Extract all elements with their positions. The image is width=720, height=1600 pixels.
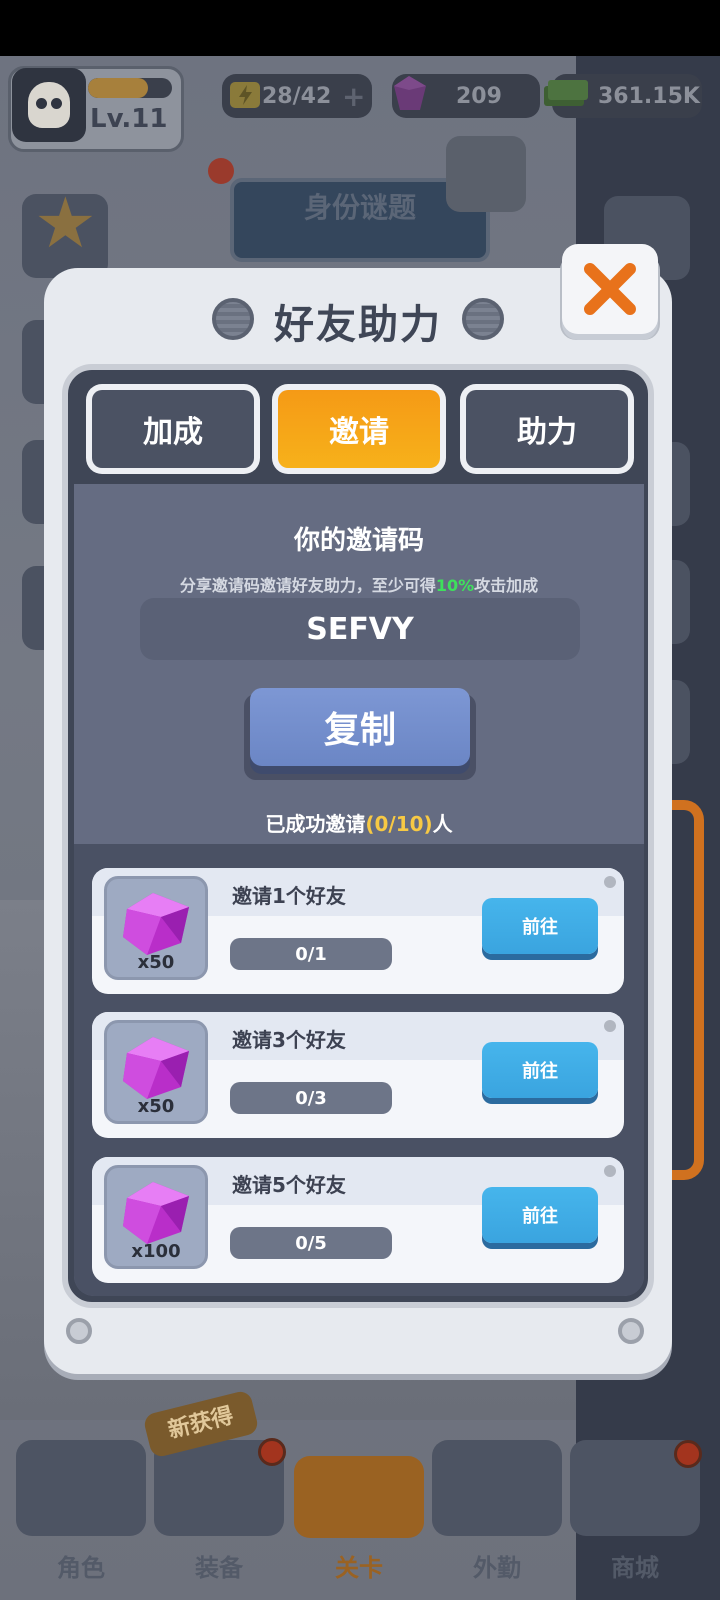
system-status-bar bbox=[0, 0, 720, 56]
stage-marker bbox=[208, 158, 234, 184]
invite-task-card: x50 邀请1个好友 0/1 前往 bbox=[92, 868, 624, 994]
nav-role-label: 角色 bbox=[57, 1554, 105, 1582]
tab-help-label: 助力 bbox=[466, 390, 628, 468]
task-progress-text: 0/3 bbox=[295, 1087, 327, 1109]
tab-invite[interactable]: 邀请 bbox=[272, 384, 446, 474]
go-button[interactable]: 前往 bbox=[482, 1042, 598, 1098]
nav-role-button[interactable] bbox=[16, 1440, 146, 1536]
invite-code-description: 分享邀请码邀请好友助力，至少可得10%攻击加成 bbox=[74, 572, 644, 596]
go-button[interactable]: 前往 bbox=[482, 1187, 598, 1243]
task-name: 邀请1个好友 bbox=[232, 884, 346, 908]
nav-level-button[interactable] bbox=[294, 1456, 424, 1538]
avatar[interactable] bbox=[12, 68, 86, 142]
cash-value: 361.15K bbox=[598, 84, 700, 109]
invited-count-text: 已成功邀请(0/10)人 bbox=[74, 808, 644, 837]
nav-level-label: 关卡 bbox=[335, 1554, 383, 1582]
bolt-icon bbox=[66, 1318, 92, 1344]
invited-count: (0/10) bbox=[365, 812, 433, 836]
bonus-percent: 10% bbox=[435, 576, 475, 595]
copy-button[interactable]: 复制 bbox=[250, 688, 470, 766]
task-progress-text: 0/1 bbox=[295, 943, 327, 965]
reward-quantity: x100 bbox=[131, 1241, 181, 1262]
xp-progress-fill bbox=[88, 78, 149, 98]
invite-code-value: SEFVY bbox=[140, 598, 580, 660]
gem-icon bbox=[123, 1182, 189, 1244]
energy-value: 28/42 bbox=[262, 84, 332, 109]
reward-icon-box: x100 bbox=[104, 1165, 208, 1269]
xp-progress-bar bbox=[88, 78, 172, 98]
stage-help-button[interactable] bbox=[446, 136, 526, 212]
tab-invite-label: 邀请 bbox=[278, 390, 440, 468]
player-level: Lv.11 bbox=[90, 104, 168, 134]
gem-icon bbox=[394, 76, 426, 110]
nav-equip-label: 装备 bbox=[195, 1554, 243, 1582]
notification-dot bbox=[258, 1438, 286, 1466]
reward-quantity: x50 bbox=[137, 1096, 175, 1117]
invite-code-title: 你的邀请码 bbox=[293, 526, 424, 556]
tab-bonus-label: 加成 bbox=[92, 390, 254, 468]
task-name: 邀请5个好友 bbox=[232, 1173, 346, 1197]
invite-code-description-prefix: 分享邀请码邀请好友助力，至少可得 bbox=[179, 576, 436, 595]
invited-count-suffix: 人 bbox=[432, 812, 453, 836]
task-progress-text: 0/5 bbox=[295, 1232, 327, 1254]
skull-avatar-icon bbox=[28, 82, 70, 128]
card-rivet-icon bbox=[604, 876, 616, 888]
star-icon: ★ bbox=[34, 182, 97, 264]
nav-logistic-label: 外勤 bbox=[473, 1554, 521, 1582]
gem-icon bbox=[123, 893, 189, 955]
invite-code-description-suffix: 攻击加成 bbox=[474, 576, 539, 595]
tab-bonus[interactable]: 加成 bbox=[86, 384, 260, 474]
close-button[interactable] bbox=[562, 244, 658, 334]
task-progress-bar: 0/3 bbox=[230, 1082, 392, 1114]
add-energy-plus-icon[interactable]: + bbox=[342, 80, 365, 113]
reward-icon-box: x50 bbox=[104, 876, 208, 980]
cash-stack-icon bbox=[544, 80, 588, 106]
notification-dot bbox=[674, 1440, 702, 1468]
task-name: 邀请3个好友 bbox=[232, 1028, 346, 1052]
close-icon bbox=[584, 263, 636, 315]
tab-help[interactable]: 助力 bbox=[460, 384, 634, 474]
bolt-icon bbox=[618, 1318, 644, 1344]
nav-logistic-button[interactable] bbox=[432, 1440, 562, 1536]
invite-task-card: x50 邀请3个好友 0/3 前往 bbox=[92, 1012, 624, 1138]
card-rivet-icon bbox=[604, 1165, 616, 1177]
task-progress-bar: 0/5 bbox=[230, 1227, 392, 1259]
battery-energy-icon bbox=[230, 82, 260, 108]
gem-icon bbox=[123, 1037, 189, 1099]
task-progress-bar: 0/1 bbox=[230, 938, 392, 970]
reward-icon-box: x50 bbox=[104, 1020, 208, 1124]
reward-quantity: x50 bbox=[137, 952, 175, 973]
invited-count-prefix: 已成功邀请 bbox=[265, 812, 366, 836]
nav-shop-label: 商城 bbox=[611, 1554, 659, 1582]
gem-value: 209 bbox=[456, 84, 502, 109]
card-rivet-icon bbox=[604, 1020, 616, 1032]
invite-task-card: x100 邀请5个好友 0/5 前往 bbox=[92, 1157, 624, 1283]
go-button[interactable]: 前往 bbox=[482, 898, 598, 954]
